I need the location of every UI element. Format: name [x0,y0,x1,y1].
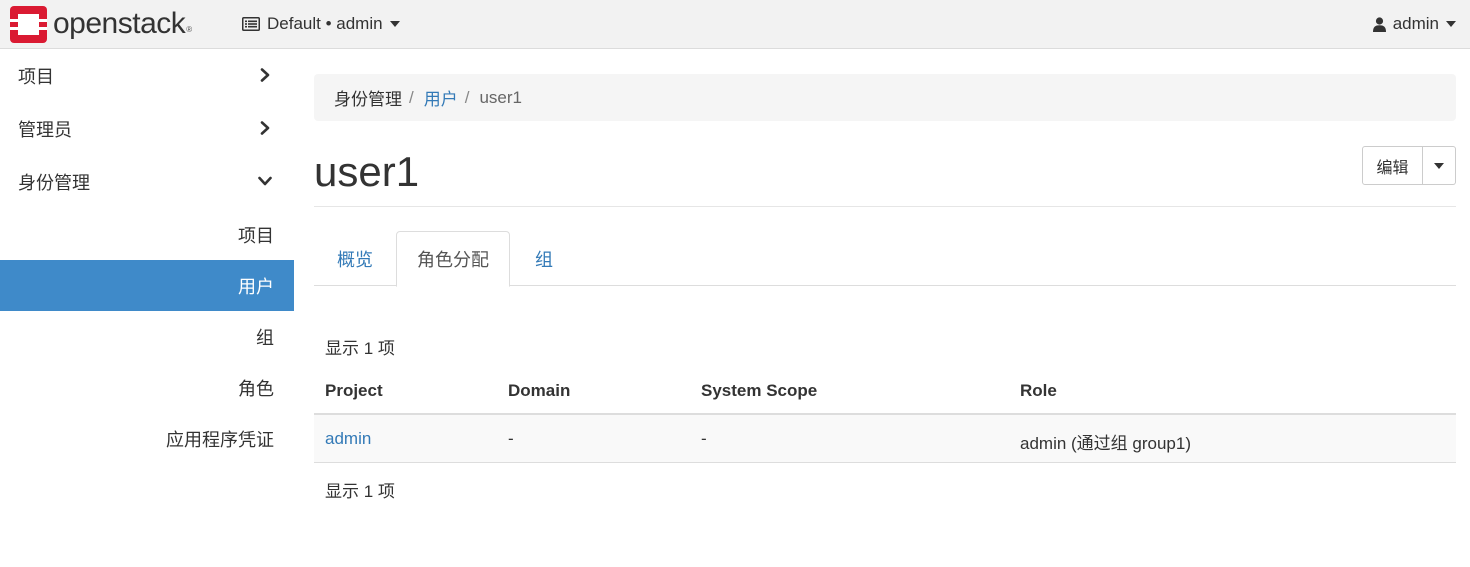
sidebar-group-project[interactable]: 项目 [0,49,294,102]
chevron-right-icon [260,121,270,135]
caret-down-icon [1434,162,1444,169]
actions-dropdown-toggle[interactable] [1423,146,1456,185]
sidebar-group-label: 项目 [18,66,54,87]
title-divider [314,206,1456,207]
sidebar: 项目 管理员 身份管理 项目 用户 组 角色 应用程序凭证 [0,49,294,567]
breadcrumb-current: user1 [479,87,522,107]
sidebar-item-groups[interactable]: 组 [0,311,294,362]
breadcrumb-link-users[interactable]: 用户 [424,85,458,110]
caret-down-icon [1446,21,1456,27]
cell-role: admin (通过组 group1) [1020,434,1192,453]
breadcrumb-separator: / [464,87,470,107]
brand-registered-mark: ® [186,25,193,34]
sidebar-item-label: 组 [256,327,274,348]
caret-down-icon [389,21,400,27]
column-header-role: Role [1020,381,1057,400]
breadcrumb: 身份管理 / 用户 / user1 [314,74,1456,121]
chevron-down-icon [258,176,272,186]
user-icon [1372,16,1386,32]
sidebar-item-label: 应用程序凭证 [166,429,274,450]
sidebar-item-roles[interactable]: 角色 [0,362,294,413]
column-header-domain: Domain [508,381,571,400]
top-navbar: openstack ® Default • admin admin [0,0,1470,49]
sidebar-item-projects[interactable]: 项目 [0,209,294,260]
column-header-system-scope: System Scope [701,381,818,400]
breadcrumb-root: 身份管理 [334,90,402,109]
project-switcher-label: Default • admin [267,14,383,33]
sidebar-group-admin[interactable]: 管理员 [0,102,294,155]
user-menu-label: admin [1392,14,1439,33]
sidebar-item-label: 角色 [238,378,274,399]
edit-button[interactable]: 编辑 [1362,146,1423,185]
cell-system-scope: - [701,429,707,448]
tab-groups[interactable]: 组 [510,231,578,286]
sidebar-group-label: 身份管理 [18,172,90,193]
sidebar-item-label: 项目 [238,225,274,246]
tab-overview[interactable]: 概览 [314,231,396,286]
project-switcher[interactable]: Default • admin [242,13,400,35]
cell-domain: - [508,429,514,448]
user-menu[interactable]: admin [1372,13,1456,35]
actions-button-group: 编辑 [1362,146,1456,185]
breadcrumb-separator: / [409,87,414,107]
page-title: user1 [314,148,420,195]
chevron-right-icon [260,68,270,82]
sidebar-group-identity[interactable]: 身份管理 [0,155,294,208]
sidebar-item-users[interactable]: 用户 [0,260,294,311]
detail-tabs: 概览 角色分配 组 [314,231,1456,287]
table-count-bottom: 显示 1 项 [325,482,395,501]
sidebar-item-app-credentials[interactable]: 应用程序凭证 [0,413,294,464]
openstack-logo-icon [10,5,47,43]
tab-role-assignments[interactable]: 角色分配 [396,231,510,287]
table-count-top: 显示 1 项 [325,339,395,358]
openstack-logo[interactable]: openstack ® [10,5,192,43]
column-header-project: Project [325,381,383,400]
sidebar-group-label: 管理员 [18,119,72,140]
sidebar-item-label: 用户 [238,276,274,297]
list-icon [242,17,260,31]
cell-project-link[interactable]: admin [325,429,371,449]
table-row [314,415,1456,463]
brand-name: openstack [53,7,186,40]
